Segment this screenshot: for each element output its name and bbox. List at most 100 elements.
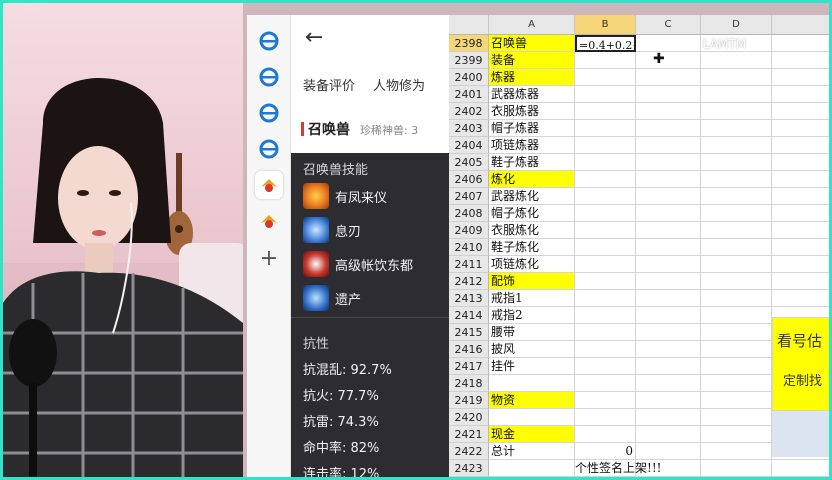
cell-e[interactable] [772, 69, 829, 86]
cell-c[interactable] [636, 35, 701, 52]
cell-a[interactable]: 帽子炼化 [489, 205, 575, 222]
row-number[interactable]: 2405 [449, 154, 489, 171]
game-logo-icon[interactable] [255, 171, 283, 199]
cell-b[interactable] [575, 52, 636, 69]
cell-a[interactable]: 衣服炼器 [489, 103, 575, 120]
cell-e[interactable] [772, 239, 829, 256]
cell-e[interactable] [772, 171, 829, 188]
row-number[interactable]: 2413 [449, 290, 489, 307]
cell-e[interactable] [772, 154, 829, 171]
cell-d[interactable] [701, 409, 772, 426]
cell-e[interactable] [772, 103, 829, 120]
row-number[interactable]: 2404 [449, 137, 489, 154]
cell-d[interactable] [701, 341, 772, 358]
cell-d[interactable] [701, 52, 772, 69]
cell-c[interactable] [636, 409, 701, 426]
cell-c[interactable] [636, 222, 701, 239]
column-header-a[interactable]: A [489, 15, 575, 35]
row-number[interactable]: 2411 [449, 256, 489, 273]
cell-c[interactable] [636, 239, 701, 256]
cell-c[interactable] [636, 426, 701, 443]
cell-e[interactable] [772, 188, 829, 205]
cell-e[interactable] [772, 256, 829, 273]
cell-a[interactable]: 戒指2 [489, 307, 575, 324]
cell-a[interactable]: 披风 [489, 341, 575, 358]
cell-c[interactable] [636, 307, 701, 324]
cell-a[interactable] [489, 375, 575, 392]
cell-e[interactable] [772, 137, 829, 154]
cell-a[interactable]: 腰带 [489, 324, 575, 341]
cell-b[interactable] [575, 188, 636, 205]
back-arrow-icon[interactable]: ← [305, 25, 323, 50]
cell-d[interactable] [701, 86, 772, 103]
row-number[interactable]: 2415 [449, 324, 489, 341]
cell-b[interactable] [575, 273, 636, 290]
skill-item[interactable]: 高级帐饮东都 [303, 251, 413, 277]
row-number[interactable]: 2402 [449, 103, 489, 120]
cell-c[interactable] [636, 52, 701, 69]
row-number[interactable]: 2403 [449, 120, 489, 137]
cell-d[interactable] [701, 239, 772, 256]
cell-d[interactable] [701, 120, 772, 137]
cell-c[interactable] [636, 290, 701, 307]
cell-d[interactable] [701, 460, 772, 477]
cell-a[interactable]: 武器炼化 [489, 188, 575, 205]
cell-c[interactable] [636, 256, 701, 273]
cell-d[interactable] [701, 137, 772, 154]
cell-a[interactable]: 戒指1 [489, 290, 575, 307]
ie-icon[interactable] [255, 135, 283, 163]
cell-a[interactable]: 项链炼器 [489, 137, 575, 154]
cell-a[interactable]: 挂件 [489, 358, 575, 375]
row-number[interactable]: 2414 [449, 307, 489, 324]
cell-a[interactable]: 炼器 [489, 69, 575, 86]
cell-c[interactable] [636, 137, 701, 154]
cell-e[interactable] [772, 35, 829, 52]
cell-d[interactable] [701, 443, 772, 460]
cell-d[interactable] [701, 69, 772, 86]
row-number[interactable]: 2410 [449, 239, 489, 256]
ie-icon[interactable] [255, 27, 283, 55]
cell-a[interactable]: 装备 [489, 52, 575, 69]
cell-editor-input[interactable]: =0.4+0.2+ [575, 35, 636, 52]
cell-a[interactable]: 鞋子炼器 [489, 154, 575, 171]
cell-a[interactable]: 召唤兽 [489, 35, 575, 52]
cell-d[interactable] [701, 171, 772, 188]
column-header-d[interactable]: D [701, 15, 772, 35]
cell-e[interactable] [772, 52, 829, 69]
row-number[interactable]: 2409 [449, 222, 489, 239]
cell-d[interactable] [701, 375, 772, 392]
row-number[interactable]: 2401 [449, 86, 489, 103]
row-number[interactable]: 2407 [449, 188, 489, 205]
cell-e[interactable] [772, 205, 829, 222]
cell-d[interactable] [701, 324, 772, 341]
cell-c[interactable] [636, 443, 701, 460]
cell-c[interactable] [636, 120, 701, 137]
row-number[interactable]: 2419 [449, 392, 489, 409]
cell-a[interactable]: 武器炼器 [489, 86, 575, 103]
tab-equipment-rating[interactable]: 装备评价 [303, 79, 355, 94]
cell-c[interactable] [636, 341, 701, 358]
cell-e[interactable] [772, 290, 829, 307]
cell-b[interactable]: 0 [575, 443, 636, 460]
cell-c[interactable] [636, 392, 701, 409]
cell-d[interactable] [701, 358, 772, 375]
cell-a[interactable]: 配饰 [489, 273, 575, 290]
cell-e[interactable] [772, 460, 829, 477]
cell-c[interactable] [636, 205, 701, 222]
cell-c[interactable] [636, 154, 701, 171]
cell-d[interactable] [701, 205, 772, 222]
cell-b[interactable] [575, 86, 636, 103]
cell-b[interactable] [575, 137, 636, 154]
cell-a[interactable]: 帽子炼器 [489, 120, 575, 137]
cell-b[interactable] [575, 239, 636, 256]
cell-a[interactable]: 物资 [489, 392, 575, 409]
row-number[interactable]: 2412 [449, 273, 489, 290]
cell-b[interactable] [575, 409, 636, 426]
select-all-corner[interactable] [449, 15, 489, 35]
cell-b[interactable] [575, 324, 636, 341]
ie-icon[interactable] [255, 63, 283, 91]
cell-a[interactable]: 炼化 [489, 171, 575, 188]
cell-c[interactable] [636, 69, 701, 86]
row-number[interactable]: 2399 [449, 52, 489, 69]
column-header-c[interactable]: C [636, 15, 701, 35]
